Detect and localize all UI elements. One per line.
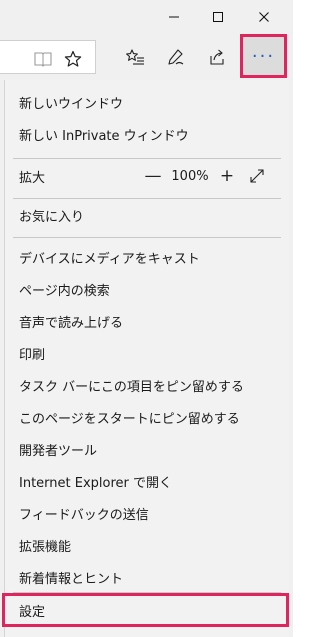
menu-item-label: このページをスタートにピン留めする: [19, 411, 240, 427]
menu-divider: [13, 158, 281, 159]
menu-item-pin-taskbar[interactable]: タスク バーにこの項目をピン留めする: [5, 370, 288, 400]
menu-item-label: 拡張機能: [19, 539, 72, 555]
menu-item-label: ページ内の検索: [19, 283, 110, 299]
book-icon: [34, 52, 52, 67]
menu-item-find-on-page[interactable]: ページ内の検索: [5, 274, 288, 304]
menu-item-label: タスク バーにこの項目をピン留めする: [19, 379, 244, 395]
reading-view-button[interactable]: [26, 41, 60, 77]
menu-item-label: 音声で読み上げる: [19, 315, 124, 331]
menu-item-read-aloud[interactable]: 音声で読み上げる: [5, 306, 288, 336]
menu-divider: [13, 237, 281, 238]
minimize-button[interactable]: [152, 0, 196, 34]
menu-item-label: Internet Explorer で開く: [19, 475, 173, 491]
menu-item-label: 設定: [19, 604, 46, 620]
title-bar: [0, 0, 293, 34]
menu-item-settings[interactable]: 設定: [2, 593, 289, 627]
menu-item-feedback[interactable]: フィードバックの送信: [5, 498, 288, 528]
favorites-list-icon: [126, 49, 144, 65]
zoom-label: 拡大: [19, 170, 46, 186]
menu-item-whats-new[interactable]: 新着情報とヒント: [5, 562, 288, 592]
share-icon: [210, 49, 224, 65]
menu-divider: [13, 198, 281, 199]
star-icon: [64, 50, 82, 67]
menu-item-label: 新しい InPrivate ウィンドウ: [19, 128, 189, 144]
menu-item-cast-media[interactable]: デバイスにメディアをキャスト: [5, 242, 288, 272]
address-bar[interactable]: [0, 40, 96, 74]
maximize-icon: [213, 12, 223, 22]
menu-item-label: 新しいウインドウ: [19, 96, 124, 112]
menu-item-new-window[interactable]: 新しいウインドウ: [5, 87, 288, 117]
menu-item-new-inprivate[interactable]: 新しい InPrivate ウィンドウ: [5, 119, 288, 149]
close-icon: [259, 12, 269, 22]
favorites-hub-button[interactable]: [118, 39, 152, 75]
zoom-out-button[interactable]: —: [138, 166, 168, 186]
zoom-row: 拡大 — 100% +: [5, 161, 288, 191]
minimize-icon: [169, 16, 179, 18]
notes-button[interactable]: [159, 39, 193, 75]
share-button[interactable]: [200, 39, 234, 75]
menu-item-extensions[interactable]: 拡張機能: [5, 530, 288, 560]
menu-item-open-ie[interactable]: Internet Explorer で開く: [5, 466, 288, 496]
menu-item-pin-start[interactable]: このページをスタートにピン留めする: [5, 402, 288, 432]
more-icon: ···: [251, 45, 276, 67]
zoom-controls: — 100% +: [138, 161, 272, 191]
menu-item-label: フィードバックの送信: [19, 507, 149, 523]
menu-item-label: 開発者ツール: [19, 443, 98, 459]
zoom-in-button[interactable]: +: [212, 166, 242, 186]
maximize-button[interactable]: [196, 0, 240, 34]
expand-icon: [250, 169, 264, 183]
menu-item-label: お気に入り: [19, 209, 85, 225]
more-button[interactable]: ···: [240, 34, 287, 78]
menu-item-label: 印刷: [19, 347, 46, 363]
close-button[interactable]: [242, 0, 286, 34]
pen-icon: [168, 49, 184, 65]
menu-item-print[interactable]: 印刷: [5, 338, 288, 368]
fullscreen-button[interactable]: [242, 168, 272, 184]
browser-window: ··· 新しいウインドウ 新しい InPrivate ウィンドウ 拡大 — 10…: [0, 0, 293, 637]
add-favorite-button[interactable]: [56, 41, 90, 77]
toolbar: ···: [0, 34, 293, 80]
menu-item-developer-tools[interactable]: 開発者ツール: [5, 434, 288, 464]
more-menu: 新しいウインドウ 新しい InPrivate ウィンドウ 拡大 — 100% +: [2, 80, 289, 637]
menu-item-favorites[interactable]: お気に入り: [5, 200, 288, 230]
menu-item-label: 新着情報とヒント: [19, 571, 124, 587]
zoom-level: 100%: [171, 168, 209, 184]
menu-item-label: デバイスにメディアをキャスト: [19, 251, 200, 267]
